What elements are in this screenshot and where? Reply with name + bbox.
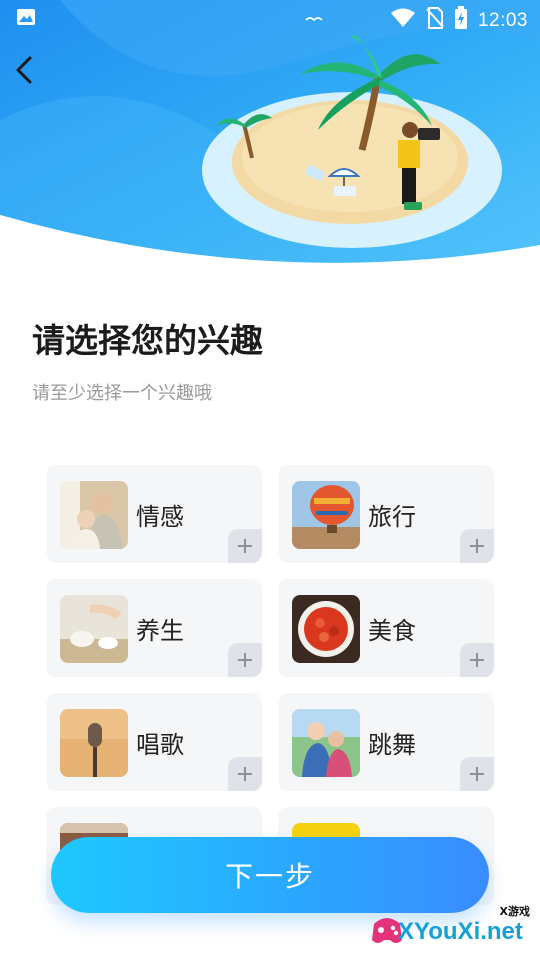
battery-charging-icon	[454, 6, 468, 36]
back-button[interactable]	[8, 50, 44, 90]
hot-air-balloon-photo	[292, 481, 360, 549]
add-button[interactable]	[460, 643, 494, 677]
page-subtitle: 请至少选择一个兴趣哦	[32, 383, 212, 404]
status-time: 12:03	[477, 10, 528, 31]
interest-label: 美食	[368, 617, 416, 645]
interest-label: 跳舞	[368, 731, 416, 759]
header-banner	[0, 0, 540, 272]
watermark-small-text: X游戏	[499, 905, 530, 918]
interest-label: 唱歌	[136, 731, 184, 759]
dancing-couple-photo	[292, 709, 360, 777]
add-button[interactable]	[460, 757, 494, 791]
page-title: 请选择您的兴趣	[32, 321, 263, 360]
image-icon	[16, 7, 36, 33]
no-sim-icon	[426, 7, 444, 35]
plus-icon	[470, 539, 484, 553]
plus-icon	[238, 539, 252, 553]
interest-card-singing[interactable]: 唱歌	[46, 693, 262, 791]
interest-card-health[interactable]: 养生	[46, 579, 262, 677]
interest-card-travel[interactable]: 旅行	[278, 465, 494, 563]
status-bar: 12:03	[0, 0, 540, 36]
add-button[interactable]	[228, 643, 262, 677]
chevron-left-icon	[16, 56, 32, 84]
plus-icon	[238, 653, 252, 667]
wifi-icon	[390, 8, 416, 34]
microphone-photo	[60, 709, 128, 777]
interest-label: 情感	[136, 503, 184, 531]
interest-card-emotion[interactable]: 情感	[46, 465, 262, 563]
crayfish-dish-photo	[292, 595, 360, 663]
add-button[interactable]	[460, 529, 494, 563]
tea-pouring-photo	[60, 595, 128, 663]
interest-card-dancing[interactable]: 跳舞	[278, 693, 494, 791]
plus-icon	[470, 653, 484, 667]
add-button[interactable]	[228, 757, 262, 791]
interest-label: 旅行	[368, 503, 416, 531]
interest-label: 养生	[136, 617, 184, 645]
plus-icon	[238, 767, 252, 781]
elderly-couple-photo	[60, 481, 128, 549]
watermark-domain: XYouXi.net	[398, 918, 523, 945]
island-illustration	[0, 0, 540, 272]
interest-card-food[interactable]: 美食	[278, 579, 494, 677]
plus-icon	[470, 767, 484, 781]
site-watermark: X游戏 XYouXi.net	[368, 900, 538, 958]
add-button[interactable]	[228, 529, 262, 563]
